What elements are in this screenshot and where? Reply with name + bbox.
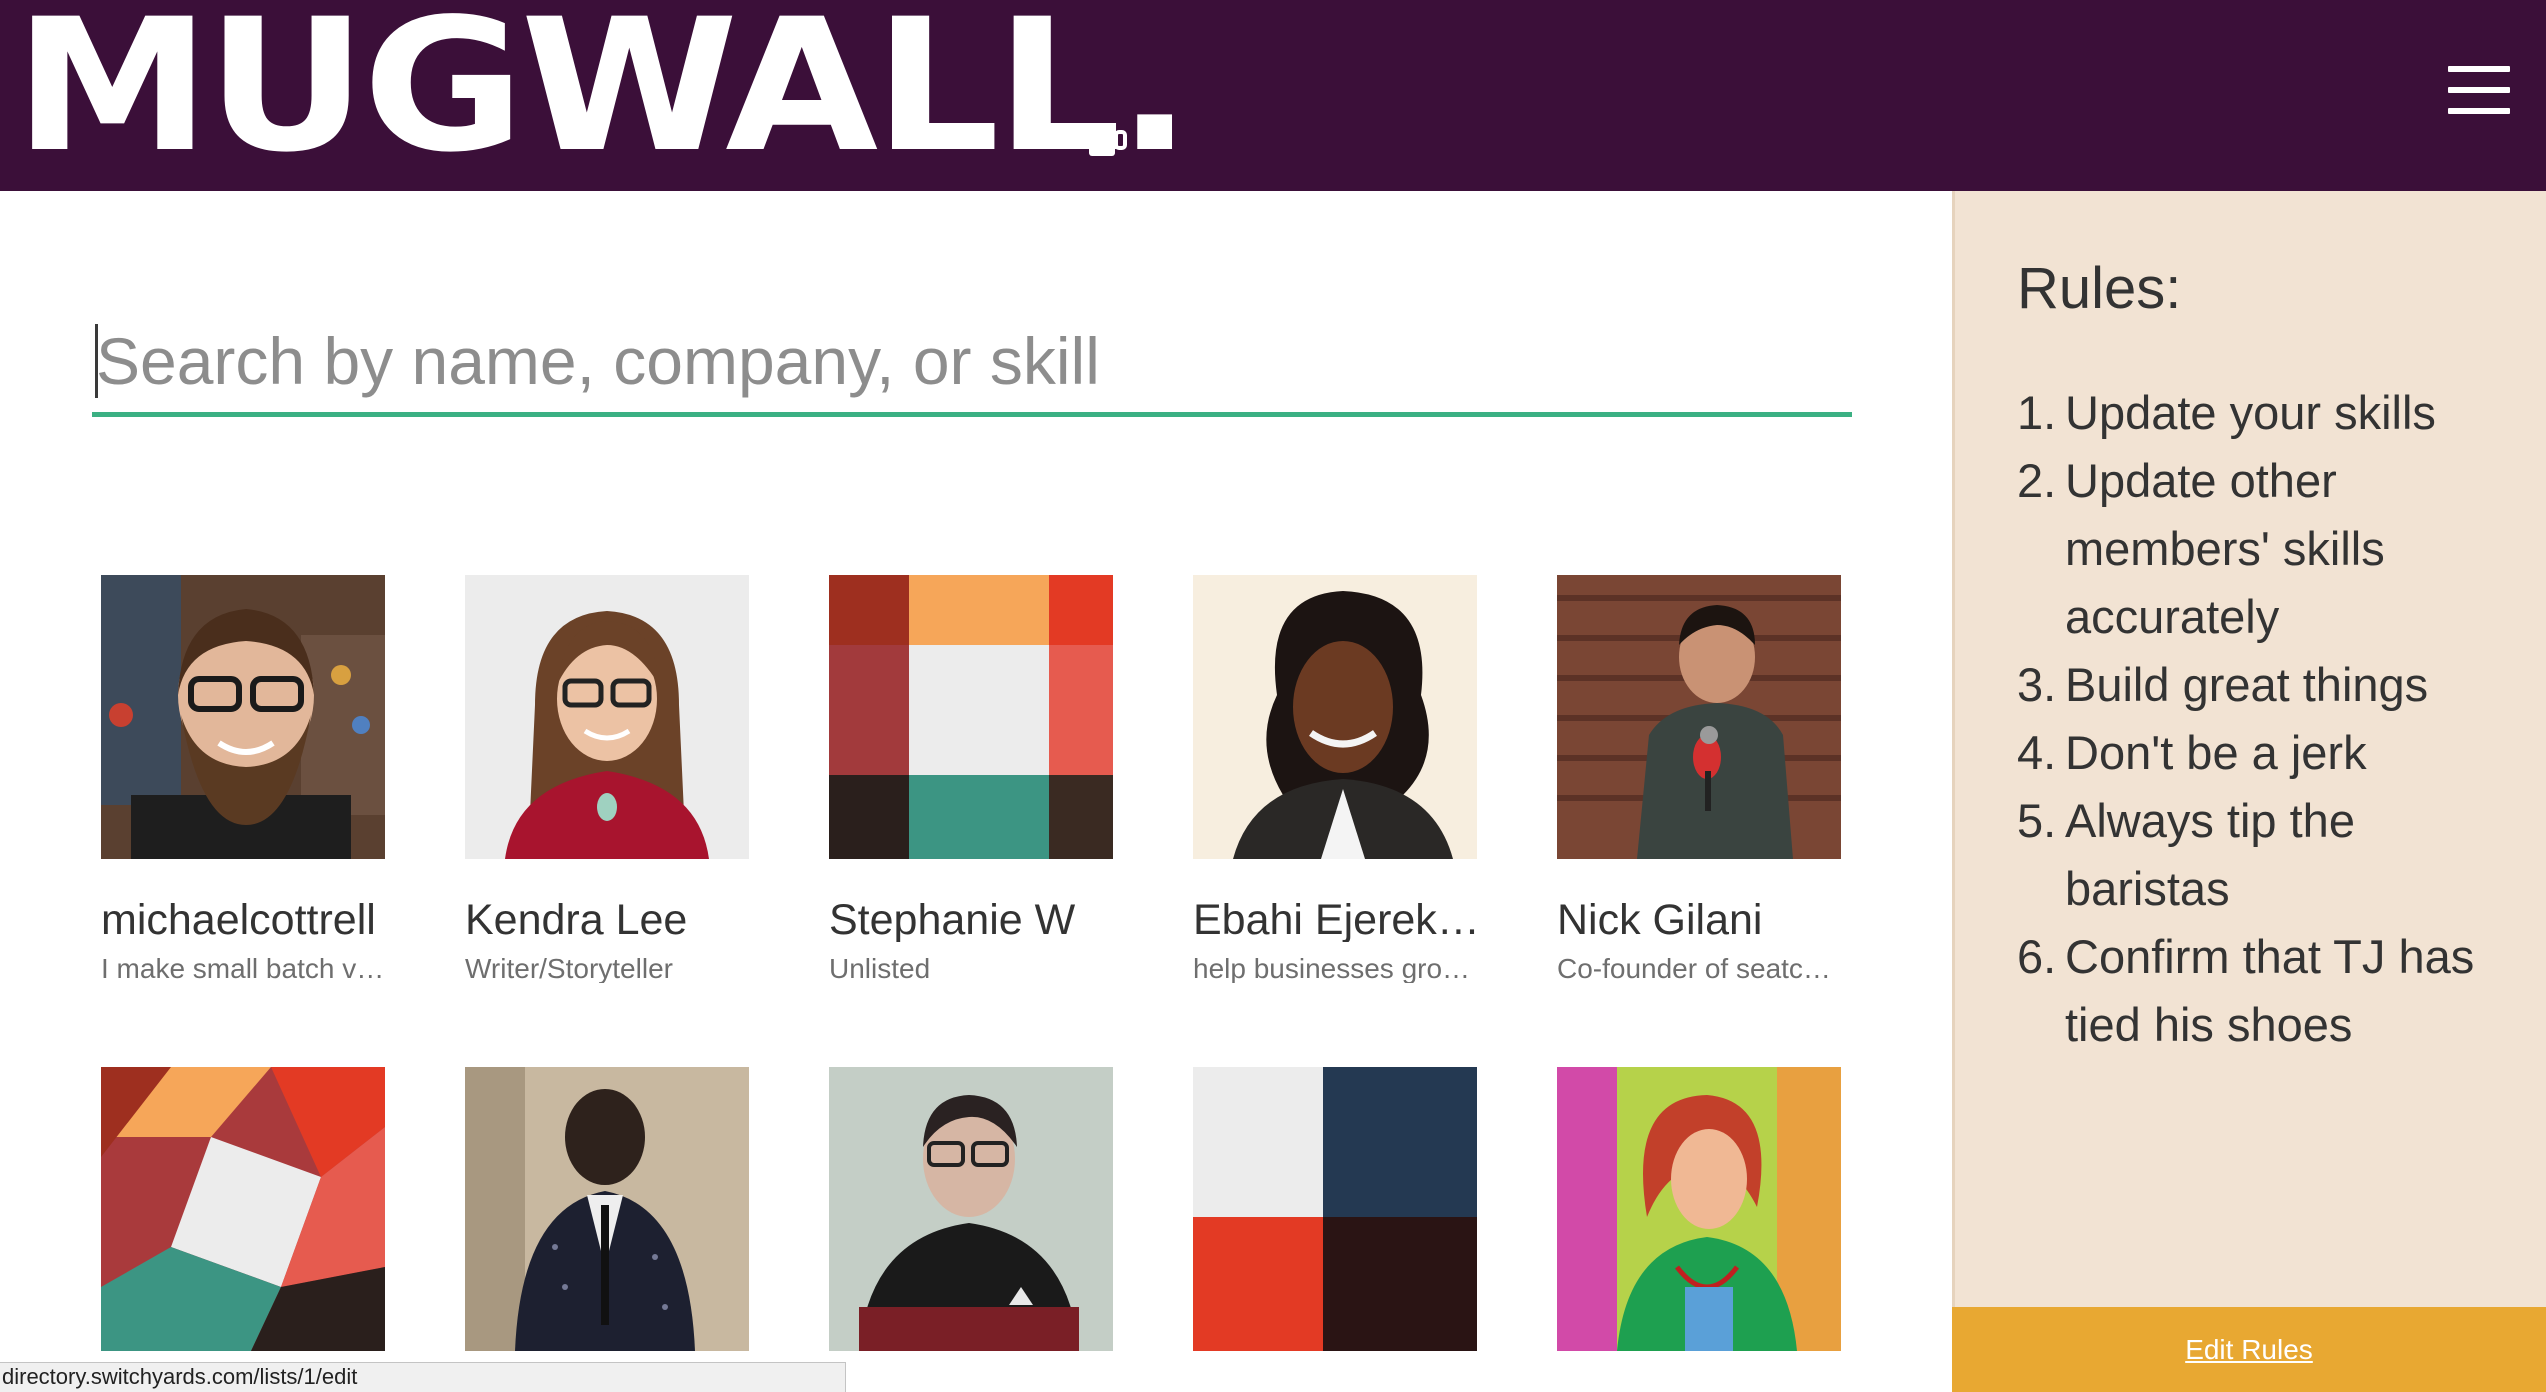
rule-number: 1. [2017, 386, 2057, 439]
member-avatar [101, 575, 385, 859]
member-name: Nick Gilani [1557, 899, 1763, 942]
edit-rules-button[interactable]: Edit Rules [1952, 1307, 2546, 1392]
member-tagline: I make small batch vid... [101, 955, 385, 983]
member-avatar [101, 1067, 385, 1351]
rule-item: 6. Confirm that TJ has tied his shoes [2017, 923, 2517, 1059]
member-card[interactable]: Nick Gilani Co-founder of seatch... [1557, 575, 1843, 983]
member-name: Kendra Lee [465, 899, 688, 942]
rule-text: Update other members' skills accurately [2065, 454, 2385, 643]
logo-text: MUGWALL. [14, 0, 1192, 193]
member-card[interactable] [465, 1067, 751, 1392]
rule-item: 5. Always tip the baristas [2017, 787, 2517, 923]
rules-title: Rules: [2017, 256, 2182, 321]
edit-rules-link[interactable]: Edit Rules [2185, 1334, 2313, 1366]
rule-item: 1. Update your skills [2017, 379, 2517, 447]
status-bar-url: directory.switchyards.com/lists/1/edit [0, 1362, 846, 1392]
rule-text: Build great things [2065, 658, 2429, 711]
member-avatar [465, 1067, 749, 1351]
rule-text: Confirm that TJ has tied his shoes [2065, 930, 2475, 1051]
rule-number: 2. [2017, 454, 2057, 507]
member-avatar [465, 575, 749, 859]
rule-number: 3. [2017, 658, 2057, 711]
member-tagline: Unlisted [829, 955, 931, 983]
rule-number: 4. [2017, 726, 2057, 779]
member-card[interactable]: Ebahi Ejerekh... help businesses grow ..… [1193, 575, 1493, 983]
rule-text: Don't be a jerk [2065, 726, 2367, 779]
member-card[interactable]: Stephanie W Unlisted [829, 575, 1115, 983]
rule-item: 3. Build great things [2017, 651, 2517, 719]
member-avatar [1193, 1067, 1477, 1351]
logo[interactable]: MUGWALL. [14, 0, 1192, 178]
member-tagline: Writer/Storyteller [465, 955, 673, 983]
member-tagline: help businesses grow ... [1193, 955, 1477, 983]
rules-list: 1. Update your skills 2. Update other memb… [2017, 379, 2517, 1059]
member-card[interactable]: Kendra Lee Writer/Storyteller [465, 575, 751, 983]
search-input[interactable] [92, 309, 1852, 417]
menu-bar-line [2448, 66, 2510, 72]
menu-bar-line [2448, 108, 2510, 114]
rule-item: 2. Update other members' skills accuratel… [2017, 447, 2517, 651]
rule-text: Always tip the baristas [2065, 794, 2355, 915]
rule-number: 5. [2017, 794, 2057, 847]
main-content: michaelcottrell I make small batch vid..… [0, 191, 1952, 1392]
rule-item: 4. Don't be a jerk [2017, 719, 2517, 787]
rules-sidebar: Rules: 1. Update your skills 2. Update oth… [1952, 191, 2546, 1392]
top-bar: MUGWALL. [0, 0, 2546, 191]
member-avatar [1193, 575, 1477, 859]
member-name: Stephanie W [829, 899, 1076, 942]
member-avatar [1557, 575, 1841, 859]
mug-icon [1089, 126, 1127, 156]
member-avatar [1557, 1067, 1841, 1351]
member-avatar [829, 1067, 1113, 1351]
member-avatar [829, 575, 1113, 859]
hamburger-menu-icon[interactable] [2448, 66, 2510, 114]
menu-bar-line [2448, 87, 2510, 93]
member-card[interactable] [829, 1067, 1115, 1392]
member-name: Ebahi Ejerekh... [1193, 899, 1493, 942]
text-caret [95, 324, 98, 398]
member-card[interactable] [1193, 1067, 1479, 1392]
member-name: michaelcottrell [101, 899, 376, 942]
member-card[interactable] [101, 1067, 387, 1392]
member-tagline: Co-founder of seatch... [1557, 955, 1841, 983]
member-card[interactable]: michaelcottrell I make small batch vid..… [101, 575, 387, 983]
rule-number: 6. [2017, 930, 2057, 983]
member-card[interactable] [1557, 1067, 1843, 1392]
rule-text: Update your skills [2065, 386, 2436, 439]
